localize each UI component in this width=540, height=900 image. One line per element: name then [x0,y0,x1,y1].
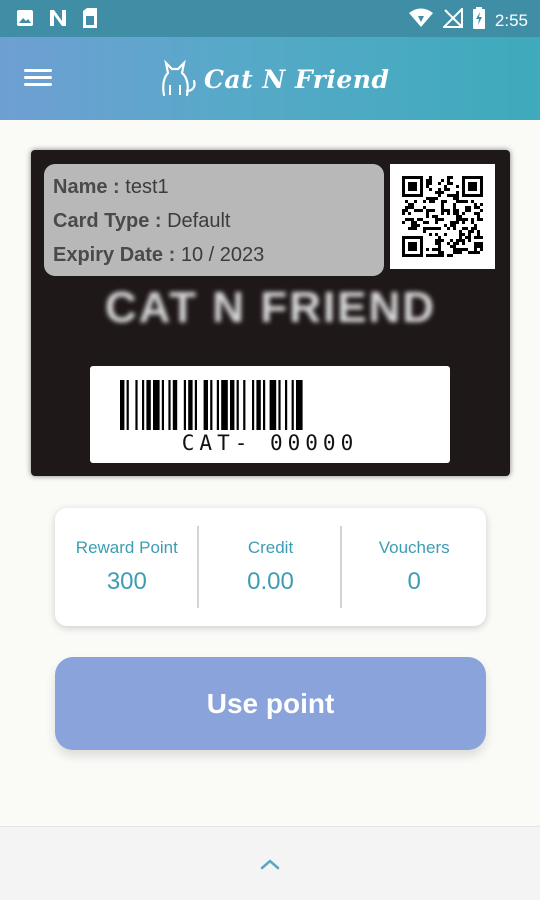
app-logo: Cat N Friend [156,55,389,104]
stats-panel: Reward Point 300 Credit 0.00 Vouchers 0 [55,508,486,626]
hamburger-menu-icon[interactable] [24,65,58,93]
chevron-up-icon[interactable] [260,857,280,875]
member-card: Name : test1 Card Type : Default Expiry … [31,150,510,476]
status-time: 2:55 [494,10,528,30]
member-info-box: Name : test1 Card Type : Default Expiry … [44,164,384,276]
battery-charging-icon [472,7,485,34]
barcode-graphic [120,380,303,430]
expiry-label: Expiry Date : [53,244,176,266]
expiry-row: Expiry Date : 10 / 2023 [53,242,375,276]
sim-card-icon [82,8,98,33]
vouchers-label: Vouchers [378,538,450,557]
credit-label: Credit [247,538,294,557]
image-icon [16,9,34,32]
name-value: test1 [125,176,169,198]
expiry-value: 10 / 2023 [180,244,265,266]
name-row: Name : test1 [53,174,375,208]
vouchers-stat[interactable]: Vouchers 0 [342,508,486,626]
barcode[interactable]: CAT- 00000 [90,366,450,463]
card-brand-text: CAT N FRIEND [104,283,437,332]
app-logo-text: Cat N Friend [204,65,390,94]
status-bar: 2:55 [0,0,540,37]
app-bar: Cat N Friend [0,37,540,120]
wifi-icon [408,8,433,33]
card-type-value: Default [167,210,231,232]
credit-stat[interactable]: Credit 0.00 [199,508,343,626]
reward-point-value: 300 [106,568,147,595]
reward-point-stat[interactable]: Reward Point 300 [55,508,199,626]
barcode-number: CAT- 00000 [181,431,359,455]
n-app-icon [48,9,68,32]
cat-logo-icon [156,55,200,104]
vouchers-value: 0 [407,568,421,595]
qr-code[interactable] [390,164,495,269]
use-point-button[interactable]: Use point [55,657,486,750]
qr-code-graphic [402,176,483,257]
card-type-label: Card Type : [53,210,162,232]
bottom-sheet-bar[interactable] [0,826,540,900]
card-type-row: Card Type : Default [53,208,375,242]
name-label: Name : [53,176,120,198]
reward-point-label: Reward Point [75,538,178,557]
credit-value: 0.00 [247,568,294,595]
no-signal-icon [441,6,463,33]
